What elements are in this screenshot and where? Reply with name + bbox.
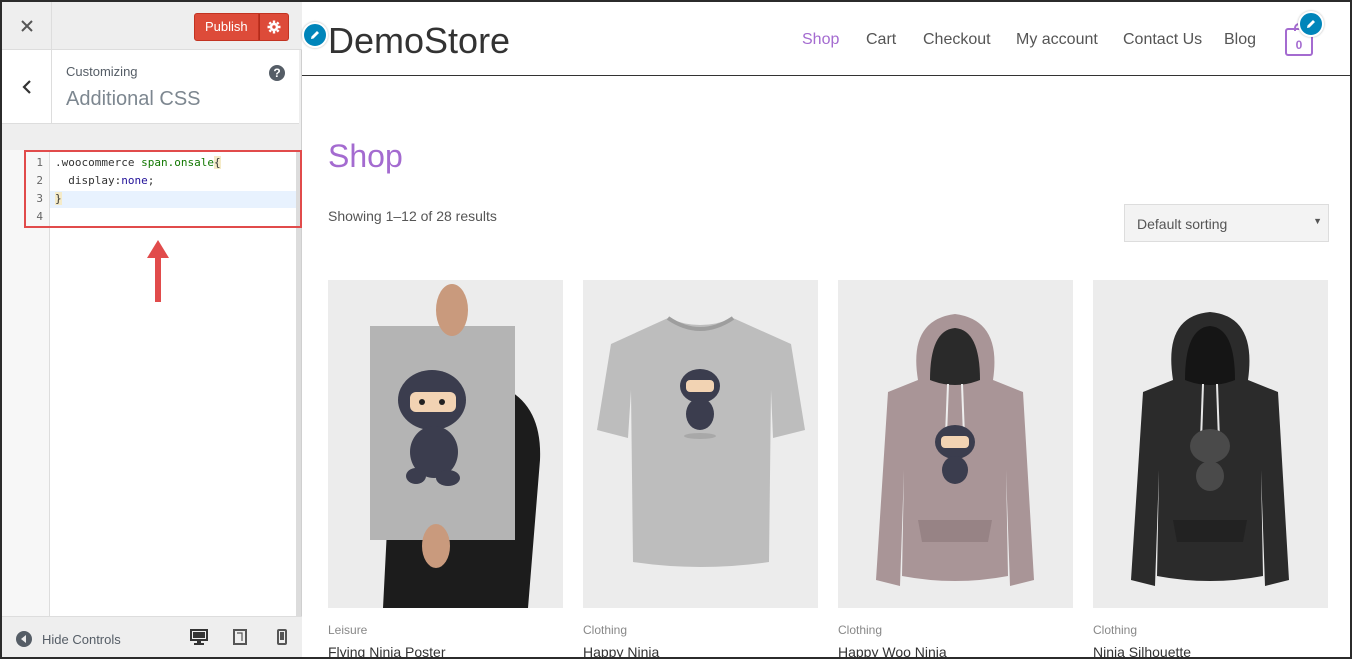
gear-icon: [267, 20, 281, 34]
chevron-left-icon: [21, 80, 31, 94]
ninja-poster-image: [370, 284, 541, 608]
sorting-value: Default sorting: [1137, 216, 1228, 232]
publish-button[interactable]: Publish: [194, 13, 259, 41]
help-icon[interactable]: ?: [269, 65, 285, 81]
desktop-icon: [190, 629, 208, 645]
result-count: Showing 1–12 of 28 results: [328, 208, 497, 224]
customizer-header: Publish: [2, 2, 302, 50]
product-image[interactable]: [583, 280, 818, 608]
product-image[interactable]: [838, 280, 1073, 608]
hoodie-image: [1131, 312, 1289, 586]
mobile-icon: [277, 629, 287, 645]
product-category[interactable]: Leisure: [328, 623, 563, 637]
dropdown-arrow-icon: ▼: [1313, 216, 1322, 226]
product-name[interactable]: Flying Ninja Poster: [328, 644, 563, 657]
product-card[interactable]: Leisure Flying Ninja Poster: [328, 280, 563, 657]
nav-item-shop[interactable]: Shop: [802, 31, 839, 49]
annotation-highlight-box: [24, 150, 302, 228]
edit-shortcut-menu[interactable]: [1298, 11, 1324, 37]
publish-group: Publish: [194, 13, 289, 41]
tablet-icon: [233, 629, 247, 645]
customizing-label: Customizing: [66, 64, 138, 79]
collapse-icon: [16, 631, 32, 647]
product-category[interactable]: Clothing: [583, 623, 818, 637]
nav-item-blog[interactable]: Blog: [1224, 31, 1256, 49]
tablet-preview-button[interactable]: [233, 629, 247, 650]
nav-item-cart[interactable]: Cart: [866, 31, 896, 49]
cart-count: 0: [1295, 38, 1303, 52]
tshirt-image: [597, 316, 805, 567]
product-card[interactable]: Clothing Happy Woo Ninja: [838, 280, 1073, 657]
customizer-footer: Hide Controls: [2, 616, 302, 657]
browser-frame: Publish Customizing Additional CSS ? 1 2…: [0, 0, 1352, 659]
main-navigation: Shop Cart Checkout My account Contact Us…: [302, 31, 1350, 51]
arrow-up-icon: [147, 240, 169, 302]
hide-controls-button[interactable]: Hide Controls: [16, 631, 121, 647]
product-name[interactable]: Happy Ninja: [583, 644, 818, 657]
close-customizer-button[interactable]: [2, 2, 52, 50]
section-title: Additional CSS: [66, 88, 201, 110]
close-icon: [20, 20, 33, 32]
sorting-select[interactable]: Default sorting ▼: [1124, 204, 1329, 242]
pencil-icon: [1307, 20, 1315, 28]
hoodie-image: [876, 314, 1034, 586]
back-button[interactable]: [2, 50, 52, 124]
product-card[interactable]: Clothing Happy Ninja: [583, 280, 818, 657]
product-category[interactable]: Clothing: [1093, 623, 1328, 637]
page-title: Shop: [328, 138, 403, 174]
hide-controls-label: Hide Controls: [42, 631, 121, 647]
section-header: Customizing Additional CSS ?: [2, 50, 299, 124]
nav-item-my-account[interactable]: My account: [1016, 31, 1098, 49]
mobile-preview-button[interactable]: [277, 629, 287, 650]
product-card[interactable]: Clothing Ninja Silhouette: [1093, 280, 1328, 657]
product-image[interactable]: [1093, 280, 1328, 608]
site-header: DemoStore Shop Cart Checkout My account …: [302, 2, 1350, 76]
product-name[interactable]: Happy Woo Ninja: [838, 644, 1073, 657]
nav-item-checkout[interactable]: Checkout: [923, 31, 991, 49]
product-name[interactable]: Ninja Silhouette: [1093, 644, 1328, 657]
nav-item-contact-us[interactable]: Contact Us: [1123, 31, 1202, 49]
desktop-preview-button[interactable]: [190, 629, 208, 651]
publish-settings-button[interactable]: [258, 13, 289, 41]
product-category[interactable]: Clothing: [838, 623, 1073, 637]
product-image[interactable]: [328, 280, 563, 608]
customizer-sidebar: Publish Customizing Additional CSS ? 1 2…: [2, 2, 302, 657]
site-preview: DemoStore Shop Cart Checkout My account …: [302, 2, 1350, 657]
